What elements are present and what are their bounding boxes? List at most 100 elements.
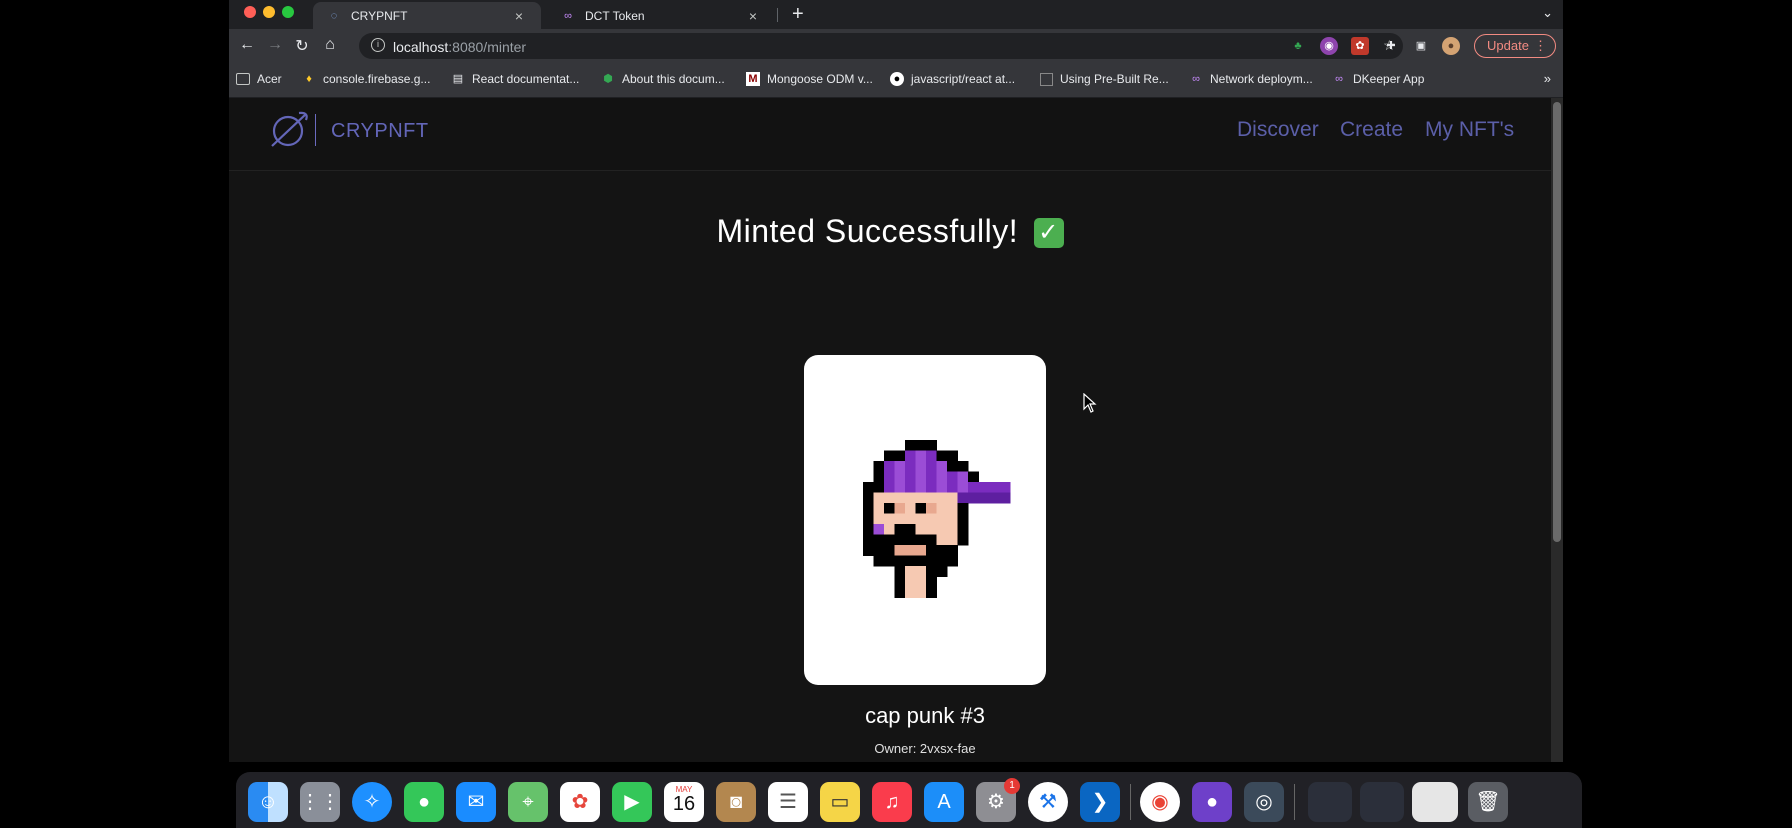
github-icon: ● [890, 72, 904, 86]
bookmark-label: console.firebase.g... [323, 72, 431, 86]
react-doc-icon: ▤ [452, 73, 464, 85]
finder-icon[interactable]: ☺ [248, 782, 288, 822]
notification-badge: 1 [1004, 778, 1020, 794]
update-label: Update [1487, 38, 1529, 53]
scrollbar-thumb[interactable] [1553, 102, 1561, 542]
launchpad-icon[interactable]: ⋮⋮ [300, 782, 340, 822]
facetime-icon[interactable]: ▶ [612, 782, 652, 822]
more-bookmarks-chevron[interactable]: » [1544, 71, 1551, 86]
side-panel-icon[interactable]: ▣ [1412, 37, 1430, 55]
minimize-window-button[interactable] [263, 6, 275, 18]
bookmark-label: DKeeper App [1353, 72, 1425, 86]
mail-icon[interactable]: ✉ [456, 782, 496, 822]
close-tab-icon[interactable]: × [745, 8, 761, 24]
tab-divider [777, 8, 778, 22]
brand-divider [315, 114, 316, 146]
planet-logo-icon[interactable] [269, 110, 309, 150]
window-thumbnail[interactable] [1412, 782, 1458, 822]
bookmark-label: Network deploym... [1210, 72, 1313, 86]
system-settings-icon[interactable]: ⚙ 1 [976, 778, 1020, 822]
infinity-icon: ∞ [1192, 73, 1200, 85]
tab-dct-token[interactable]: ∞ DCT Token × [547, 2, 775, 29]
nav-discover[interactable]: Discover [1237, 118, 1319, 142]
bookmarks-bar: Acer ♦ console.firebase.g... ▤ React docum… [229, 63, 1563, 98]
nft-image [863, 440, 1011, 598]
vscode-icon[interactable]: ❯ [1080, 782, 1120, 822]
nft-owner: Owner: 2vxsx-fae [874, 741, 976, 756]
bookmark-label: Using Pre-Built Re... [1060, 72, 1169, 86]
app-store-icon[interactable]: A [924, 782, 964, 822]
address-bar[interactable]: i localhost:8080/minter ⇪ ☆ [359, 33, 1403, 59]
planet-icon: ◌ [330, 9, 338, 22]
bookmark-label: About this docum... [622, 72, 725, 86]
contacts-icon[interactable]: ◙ [716, 782, 756, 822]
firebase-flame-icon: ♦ [306, 73, 312, 85]
browser-toolbar: ← → ↻ ⌂ i localhost:8080/minter ⇪ ☆ ♣ ◉ … [229, 29, 1563, 63]
tab-crypnft[interactable]: ◌ CRYPNFT × [313, 2, 541, 29]
page-scrollbar[interactable] [1551, 98, 1563, 762]
extension-tree-icon[interactable]: ♣ [1289, 37, 1307, 55]
zoom-window-button[interactable] [282, 6, 294, 18]
quicktime-icon[interactable]: ◎ [1244, 782, 1284, 822]
more-vertical-icon[interactable]: ⋮ [1534, 35, 1547, 57]
chrome-icon[interactable]: ◉ [1140, 782, 1180, 822]
browser-window: ◌ CRYPNFT × ∞ DCT Token × + ⌄ ← → ↻ ⌂ i … [229, 0, 1563, 762]
notes-icon[interactable]: ▭ [820, 782, 860, 822]
bookmark-item[interactable]: Using Pre-Built Re... [1040, 72, 1169, 86]
bookmark-item[interactable]: ∞ Network deploym... [1189, 72, 1313, 86]
bookmark-item[interactable]: ▤ React documentat... [451, 72, 580, 86]
bookmark-label: Mongoose ODM v... [767, 72, 873, 86]
bookmark-item[interactable]: ⬢ About this docum... [601, 72, 725, 86]
new-tab-button[interactable]: + [792, 3, 804, 26]
reload-icon[interactable]: ↻ [292, 36, 312, 56]
messages-icon[interactable]: ● [404, 782, 444, 822]
nft-card[interactable] [804, 355, 1046, 685]
bookmark-item[interactable]: Acer [236, 72, 282, 86]
bookmark-item[interactable]: ♦ console.firebase.g... [302, 72, 430, 86]
github-desktop-icon[interactable]: ● [1192, 782, 1232, 822]
infinity-icon: ∞ [564, 9, 572, 22]
window-thumbnail[interactable] [1360, 782, 1404, 822]
folder-icon [236, 73, 250, 85]
mouse-cursor-icon [1083, 393, 1097, 413]
nav-my-nfts[interactable]: My NFT's [1425, 118, 1514, 142]
music-icon[interactable]: ♫ [872, 782, 912, 822]
home-icon[interactable]: ⌂ [320, 36, 340, 54]
profile-avatar[interactable]: ● [1442, 37, 1460, 55]
extension-purple-icon[interactable]: ◉ [1320, 37, 1338, 55]
mongoose-icon: M [746, 72, 760, 86]
extensions-puzzle-icon[interactable]: ✚ [1382, 37, 1400, 55]
tab-search-chevron-icon[interactable]: ⌄ [1542, 5, 1553, 21]
bookmark-item[interactable]: M Mongoose ODM v... [746, 72, 873, 86]
safari-icon[interactable]: ✧ [352, 782, 392, 822]
bookmark-label: javascript/react at... [911, 72, 1016, 86]
calendar-day: 16 [672, 793, 696, 815]
success-message: Minted Successfully! [716, 213, 1019, 249]
calendar-icon[interactable]: MAY 16 [664, 782, 704, 822]
page-title: Minted Successfully! ✓ [229, 213, 1551, 250]
brand-name[interactable]: CRYPNFT [331, 120, 429, 143]
tab-title: CRYPNFT [351, 8, 408, 23]
bookmark-item[interactable]: ∞ DKeeper App [1332, 72, 1424, 86]
url-text: localhost:8080/minter [393, 39, 526, 55]
extension-red-icon[interactable]: ✿ [1351, 37, 1369, 55]
cube-icon: ⬢ [603, 73, 613, 85]
window-thumbnail[interactable] [1308, 782, 1352, 822]
close-tab-icon[interactable]: × [511, 8, 527, 24]
close-window-button[interactable] [244, 6, 256, 18]
macos-dock: ☺ ⋮⋮ ✧ ● ✉ ⌖ ✿ ▶ MAY 16 ◙ ☰ ▭ ♫ A ⚙ 1 ⚒ ❯… [236, 772, 1582, 828]
back-arrow-icon[interactable]: ← [237, 36, 257, 54]
photos-icon[interactable]: ✿ [560, 782, 600, 822]
site-info-icon[interactable]: i [371, 38, 385, 52]
dock-divider [1130, 784, 1131, 820]
nav-create[interactable]: Create [1340, 118, 1403, 142]
trash-icon[interactable]: 🗑 [1468, 782, 1508, 822]
reminders-icon[interactable]: ☰ [768, 782, 808, 822]
app-header: CRYPNFT Discover Create My NFT's [229, 98, 1551, 171]
forward-arrow-icon[interactable]: → [265, 36, 285, 54]
xcode-instruments-icon[interactable]: ⚒ [1028, 782, 1068, 822]
bookmark-label: Acer [257, 72, 282, 86]
bookmark-item[interactable]: ● javascript/react at... [890, 72, 1015, 86]
update-button[interactable]: Update ⋮ [1474, 34, 1556, 58]
maps-icon[interactable]: ⌖ [508, 782, 548, 822]
